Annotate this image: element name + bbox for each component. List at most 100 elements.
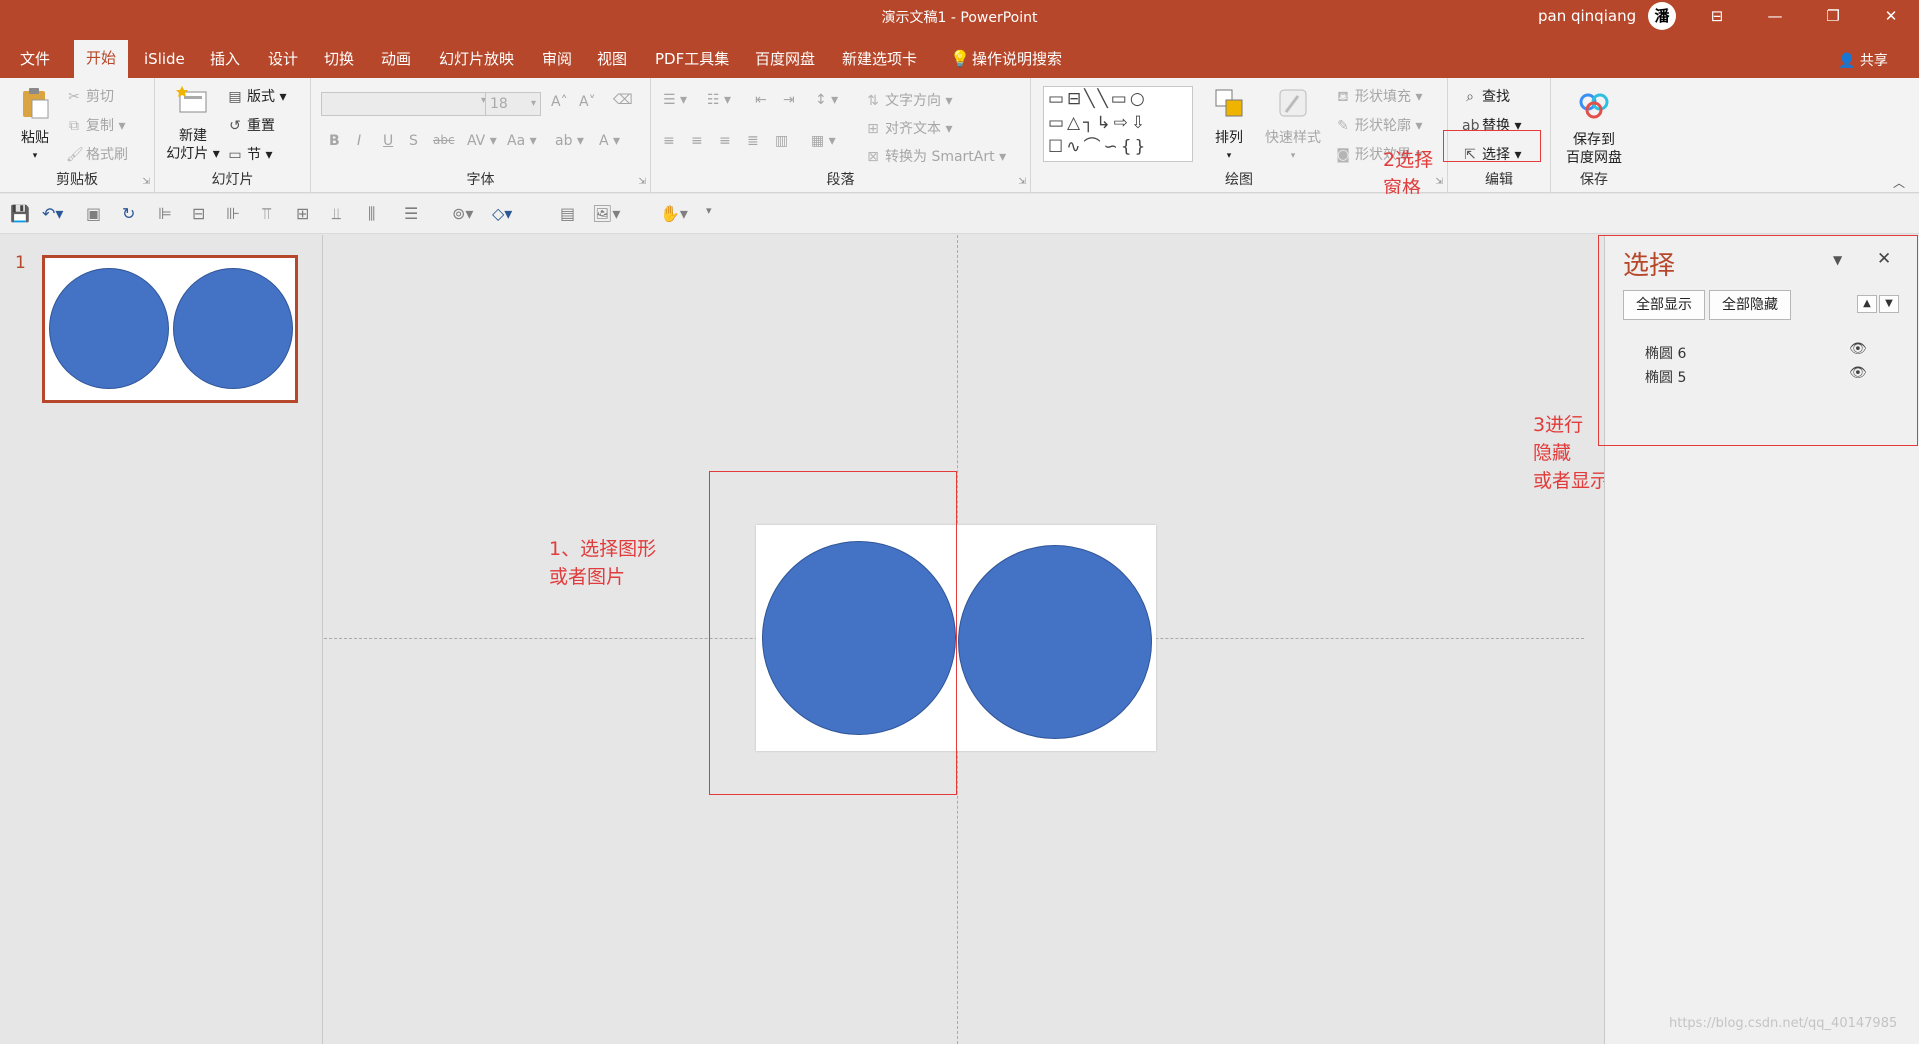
align-middle-objects-icon[interactable]: ⊞ (296, 204, 309, 223)
tab-baidu-netdisk[interactable]: 百度网盘 (743, 42, 827, 78)
align-right-objects-icon[interactable]: ⊪ (226, 204, 240, 223)
shape-fill-button[interactable]: ⛾ 形状填充 ▾ (1335, 86, 1422, 107)
underline-icon[interactable]: U (383, 133, 393, 149)
tab-islide[interactable]: iSlide (132, 42, 197, 78)
present-from-start-icon[interactable]: ▣ (86, 204, 101, 223)
strikethrough-icon[interactable]: abc (433, 133, 455, 147)
save-to-baidu-button[interactable]: 保存到 百度网盘 (1557, 88, 1631, 167)
tab-insert[interactable]: 插入 (198, 42, 252, 78)
change-case-icon[interactable]: Aa ▾ (507, 133, 537, 149)
decrease-indent-icon[interactable]: ⇤ (755, 92, 767, 108)
align-top-objects-icon[interactable]: ⫪ (262, 204, 271, 224)
avatar[interactable]: 潘 (1648, 2, 1676, 30)
align-left-objects-icon[interactable]: ⊫ (158, 204, 172, 223)
line-spacing-icon[interactable]: ↕ ▾ (815, 92, 838, 108)
clear-format-icon[interactable]: ⌫ (613, 92, 633, 108)
arrange-icon (1215, 89, 1243, 117)
pen-icon: ✎ (1337, 118, 1349, 134)
clipboard-group-label: 剪贴板 (56, 172, 98, 188)
picture-icon[interactable]: 🖼▾ (592, 204, 620, 223)
tab-home[interactable]: 开始 (74, 40, 129, 78)
close-icon[interactable]: ✕ (1868, 0, 1914, 32)
layout-button[interactable]: ▤ 版式 ▾ (227, 86, 286, 106)
section-button[interactable]: ▭ 节 ▾ (227, 144, 272, 164)
tab-view[interactable]: 视图 (585, 42, 639, 78)
dialog-launcher-icon[interactable]: ⇲ (1018, 177, 1026, 187)
merge-shapes-icon[interactable]: ⊚▾ (452, 204, 473, 223)
align-text-button[interactable]: ⊞ 对齐文本 ▾ (865, 118, 952, 138)
tell-me-label: 操作说明搜索 (972, 50, 1063, 68)
tab-file[interactable]: 文件 (8, 42, 62, 78)
save-icon[interactable]: 💾 (10, 204, 30, 223)
redo-icon[interactable]: ↻ (122, 204, 135, 223)
shapes-gallery[interactable]: ▭⊟╲╲▭○ ▭△┐↳⇨⇩ ☐∿⌒∽{} (1043, 86, 1193, 162)
dialog-launcher-icon[interactable]: ⇲ (1435, 177, 1443, 187)
edit-shape-icon[interactable]: ◇▾ (492, 204, 512, 223)
format-painter-icon[interactable]: ✋▾ (660, 204, 688, 223)
highlight-icon[interactable]: ab ▾ (555, 133, 584, 149)
align-center-objects-icon[interactable]: ⊟ (192, 204, 205, 223)
bullets-icon[interactable]: ☰ ▾ (663, 92, 687, 108)
ribbon-display-options-icon[interactable]: ⊟ (1694, 0, 1740, 32)
undo-icon[interactable]: ↶▾ (42, 204, 63, 223)
tab-design[interactable]: 设计 (256, 42, 310, 78)
char-spacing-icon[interactable]: AV ▾ (467, 133, 497, 149)
tell-me-search[interactable]: 💡 操作说明搜索 (940, 42, 1074, 78)
bold-icon[interactable]: B (329, 133, 340, 149)
text-box-icon[interactable]: ▤ (560, 204, 575, 223)
distribute-icon[interactable]: ▥ (775, 133, 788, 149)
text-direction-button[interactable]: ⇅ 文字方向 ▾ (865, 90, 952, 110)
columns-icon[interactable]: ▦ ▾ (811, 133, 836, 149)
dialog-launcher-icon[interactable]: ⇲ (142, 177, 150, 187)
shrink-font-icon[interactable]: A˅ (579, 94, 596, 110)
clipboard-group: 粘贴 ▾ ✂ 剪切 ⧉ 复制 ▾ 🖌 格式刷 剪贴板 ⇲ (0, 78, 155, 193)
ellipse-6[interactable] (958, 545, 1152, 739)
format-painter-button[interactable]: 🖌 格式刷 (66, 144, 128, 164)
align-bottom-objects-icon[interactable]: ⫫ (332, 204, 341, 224)
section-icon: ▭ (228, 147, 242, 163)
justify-icon[interactable]: ≣ (747, 133, 759, 149)
minimize-icon[interactable]: — (1752, 0, 1798, 32)
reset-button[interactable]: ↺ 重置 (227, 115, 275, 135)
convert-smartart-button[interactable]: ⊠ 转换为 SmartArt ▾ (865, 146, 1006, 166)
copy-button[interactable]: ⧉ 复制 ▾ (66, 115, 125, 135)
increase-indent-icon[interactable]: ⇥ (783, 92, 795, 108)
dialog-launcher-icon[interactable]: ⇲ (638, 177, 646, 187)
share-button[interactable]: 👤 共享 (1838, 50, 1888, 70)
numbering-icon[interactable]: ☷ ▾ (707, 92, 731, 108)
font-group-label: 字体 (466, 172, 495, 188)
font-name-combo[interactable]: ▾ (321, 92, 491, 116)
align-right-icon[interactable]: ≡ (719, 133, 731, 149)
new-slide-button[interactable]: 新建 幻灯片 ▾ (163, 84, 223, 163)
annotation-step3-line3: 或者显示 (1533, 470, 1610, 492)
user-name[interactable]: pan qinqiang (1538, 7, 1636, 25)
tab-new-tab[interactable]: 新建选项卡 (830, 42, 929, 78)
collapse-ribbon-icon[interactable]: ︿ (1893, 174, 1905, 191)
tab-slideshow[interactable]: 幻灯片放映 (427, 42, 526, 78)
align-center-icon[interactable]: ≡ (691, 133, 703, 149)
tab-transitions[interactable]: 切换 (312, 42, 366, 78)
customize-qat-icon[interactable]: ▾ (706, 204, 712, 217)
slide-editing-area[interactable]: 1、选择图形 或者图片 3进行 隐藏 或者显示 (324, 235, 1609, 1044)
quick-styles-button[interactable]: 快速样式 ▾ (1261, 86, 1325, 165)
arrange-button[interactable]: 排列 ▾ (1209, 86, 1249, 165)
ribbon-tabs: 文件 开始 iSlide 插入 设计 切换 动画 幻灯片放映 审阅 视图 PDF… (0, 32, 1919, 78)
align-left-icon[interactable]: ≡ (663, 133, 675, 149)
distribute-vertical-icon[interactable]: ☰ (404, 204, 418, 223)
italic-icon[interactable]: I (357, 133, 361, 149)
font-color-icon[interactable]: A ▾ (599, 133, 620, 149)
find-button[interactable]: ⌕ 查找 (1462, 86, 1510, 106)
distribute-horizontal-icon[interactable]: ⫼ (368, 204, 375, 224)
tab-review[interactable]: 审阅 (530, 42, 584, 78)
restore-icon[interactable]: ❐ (1810, 0, 1856, 32)
tab-pdf-tools[interactable]: PDF工具集 (643, 42, 741, 78)
save-label-1: 保存到 (1573, 132, 1615, 148)
font-size-combo[interactable]: 18 ▾ (485, 92, 541, 116)
shape-outline-button[interactable]: ✎ 形状轮廓 ▾ (1335, 115, 1422, 135)
paste-button[interactable]: 粘贴 ▾ (12, 86, 58, 165)
grow-font-icon[interactable]: A˄ (551, 94, 568, 110)
tab-animations[interactable]: 动画 (369, 42, 423, 78)
shadow-icon[interactable]: S (409, 133, 418, 149)
cut-button[interactable]: ✂ 剪切 (66, 86, 114, 106)
slide-thumbnail[interactable] (42, 255, 298, 403)
